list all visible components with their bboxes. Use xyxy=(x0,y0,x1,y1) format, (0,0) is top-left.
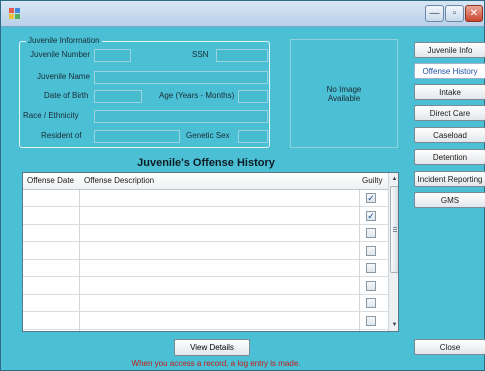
grid-header: Offense Date Offense Description Guilty xyxy=(23,173,388,190)
juvenile-name-label: Juvenile Name xyxy=(37,72,90,81)
guilty-checkbox[interactable] xyxy=(366,228,376,238)
nav-caseload-button[interactable]: Caseload xyxy=(414,127,485,143)
view-details-label: View Details xyxy=(190,343,234,352)
nav-button-label: Juvenile Info xyxy=(427,45,473,55)
juvenile-photo: No Image Available xyxy=(290,39,398,148)
nav-intake-button[interactable]: Intake xyxy=(414,84,485,100)
nav-button-label: Detention xyxy=(432,152,468,162)
race-ethnicity-field[interactable] xyxy=(94,110,268,123)
group-legend: Juvenile Information xyxy=(26,36,102,45)
thumb-grip xyxy=(393,227,397,228)
nav-button-label: Intake xyxy=(439,87,461,97)
minimize-icon: — xyxy=(429,8,440,19)
resident-of-label: Resident of xyxy=(41,131,82,140)
juvenile-number-field[interactable] xyxy=(94,49,131,62)
close-window-button[interactable]: ✕ xyxy=(465,5,483,22)
offense-history-title: Juvenile's Offense History xyxy=(137,157,275,169)
scroll-down-arrow-icon[interactable]: ▼ xyxy=(389,319,398,331)
offense-history-grid[interactable]: Offense Date Offense Description Guilty … xyxy=(22,172,399,332)
date-of-birth-label: Date of Birth xyxy=(44,91,89,100)
grid-scrollbar[interactable]: ▲ ▼ xyxy=(388,173,398,331)
nav-juvenile-info-button[interactable]: Juvenile Info xyxy=(414,42,485,58)
log-notice: When you access a record, a log entry is… xyxy=(131,359,301,368)
view-details-button[interactable]: View Details xyxy=(174,339,250,356)
guilty-checkbox[interactable] xyxy=(366,298,376,308)
scroll-up-arrow-icon[interactable]: ▲ xyxy=(389,173,398,185)
close-button[interactable]: Close xyxy=(414,339,485,355)
table-row[interactable] xyxy=(23,313,388,330)
table-row[interactable] xyxy=(23,225,388,242)
guilty-checkbox-checked[interactable]: ✓ xyxy=(366,210,376,221)
nav-offense-history-button[interactable]: Offense History xyxy=(414,63,485,79)
guilty-checkbox-checked[interactable]: ✓ xyxy=(366,193,376,203)
ssn-field[interactable] xyxy=(216,49,268,62)
nav-detention-button[interactable]: Detention xyxy=(414,149,485,165)
title-bar: — ▫ ✕ xyxy=(1,1,484,27)
resident-of-field[interactable] xyxy=(94,130,180,143)
table-row[interactable]: ✓ xyxy=(23,208,388,225)
maximize-button[interactable]: ▫ xyxy=(445,5,464,22)
main-window: — ▫ ✕ Juvenile Information Juvenile Numb… xyxy=(0,0,485,371)
guilty-checkbox[interactable] xyxy=(366,315,376,326)
thumb-grip xyxy=(393,231,397,232)
table-row[interactable] xyxy=(23,295,388,312)
juvenile-name-field[interactable] xyxy=(94,71,268,84)
no-image-text: No Image Available xyxy=(326,84,362,103)
nav-button-label: Caseload xyxy=(433,130,467,140)
nav-button-label: GMS xyxy=(440,195,460,205)
genetic-sex-label: Genetic Sex xyxy=(186,131,230,140)
table-row[interactable]: ✓ xyxy=(23,190,388,207)
ssn-label: SSN xyxy=(192,50,209,59)
guilty-checkbox[interactable] xyxy=(366,263,376,273)
table-row[interactable] xyxy=(23,243,388,260)
guilty-checkbox[interactable] xyxy=(366,280,376,291)
age-label: Age (Years - Months) xyxy=(159,91,235,100)
table-row[interactable] xyxy=(23,260,388,277)
thumb-grip xyxy=(393,229,397,230)
close-button-label: Close xyxy=(439,342,461,352)
nav-incident-reporting-button[interactable]: Incident Reporting xyxy=(414,171,485,187)
date-of-birth-field[interactable] xyxy=(94,90,142,103)
genetic-sex-field[interactable] xyxy=(238,130,268,143)
guilty-column-header[interactable]: Guilty xyxy=(362,176,382,185)
nav-button-label: Offense History xyxy=(422,66,478,76)
guilty-checkbox[interactable] xyxy=(366,245,376,256)
minimize-button[interactable]: — xyxy=(425,5,444,22)
offense-description-column-header[interactable]: Offense Description xyxy=(84,176,154,185)
juvenile-number-label: Juvenile Number xyxy=(30,50,91,59)
nav-button-label: Incident Reporting xyxy=(417,174,483,184)
table-row[interactable] xyxy=(23,278,388,295)
race-ethnicity-label: Race / Ethnicity xyxy=(23,111,79,120)
app-icon[interactable] xyxy=(9,8,21,20)
scrollbar-thumb[interactable] xyxy=(390,186,398,273)
offense-date-column-header[interactable]: Offense Date xyxy=(27,176,74,185)
maximize-icon: ▫ xyxy=(452,8,457,19)
nav-gms-button[interactable]: GMS xyxy=(414,192,485,208)
nav-direct-care-button[interactable]: Direct Care xyxy=(414,105,485,121)
close-icon: ✕ xyxy=(469,8,479,19)
age-field[interactable] xyxy=(238,90,268,103)
nav-button-label: Direct Care xyxy=(429,108,471,118)
juvenile-information-group: Juvenile Information Juvenile Number SSN… xyxy=(19,36,270,148)
